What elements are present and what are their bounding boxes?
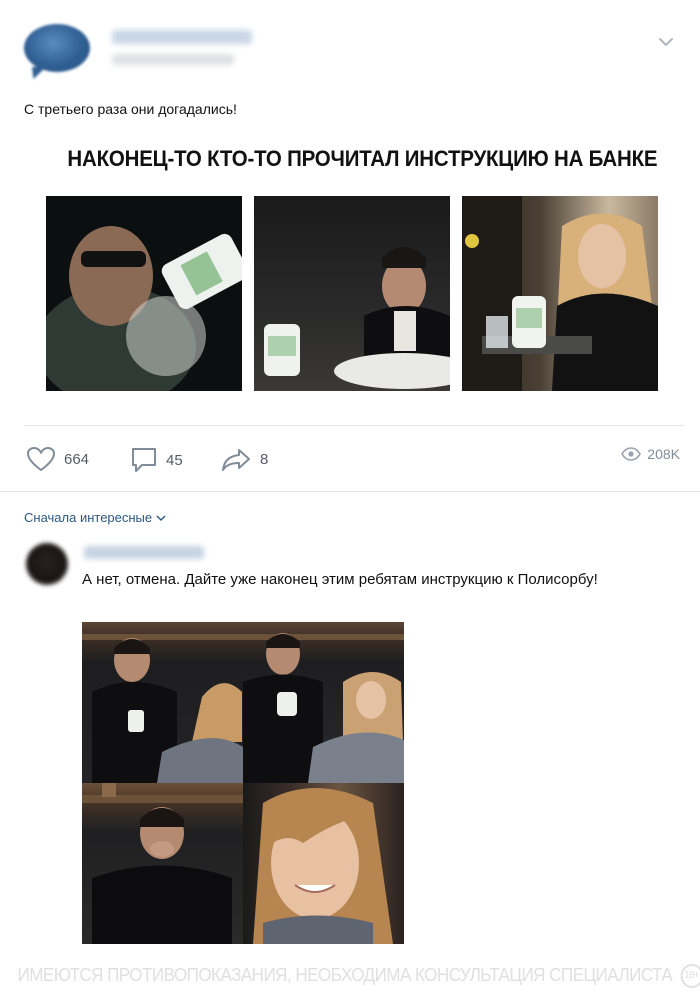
sort-label: Сначала интересные xyxy=(24,510,153,525)
comment-image-2 xyxy=(243,622,404,783)
like-count: 664 xyxy=(64,450,90,468)
post-date-blurred xyxy=(112,54,234,65)
comment-image-3 xyxy=(82,783,243,944)
views-count: 208K xyxy=(647,446,680,462)
section-divider xyxy=(0,491,700,492)
like-button[interactable]: 664 xyxy=(26,446,89,472)
age-rating-badge: 18+ xyxy=(680,964,700,988)
comment-image-4 xyxy=(243,783,404,944)
comment-button[interactable]: 45 xyxy=(130,446,183,474)
comment-image-1 xyxy=(82,622,243,783)
chevron-down-icon[interactable] xyxy=(656,32,676,52)
meme-caption: НАКОНЕЦ-ТО КТО-ТО ПРОЧИТАЛ ИНСТРУКЦИЮ НА… xyxy=(67,146,658,171)
meme-panel-2 xyxy=(254,196,450,391)
eye-icon xyxy=(621,447,642,461)
comment-text: А нет, отмена. Дайте уже наконец этим ре… xyxy=(82,571,598,588)
share-count: 8 xyxy=(260,450,269,468)
medical-disclaimer: ИМЕЮТСЯ ПРОТИВОПОКАЗАНИЯ, НЕОБХОДИМА КОН… xyxy=(17,964,700,1000)
views-counter: 208K xyxy=(621,446,680,462)
meme-panel-1 xyxy=(46,196,242,391)
commenter-name-blurred[interactable] xyxy=(84,546,204,559)
group-avatar[interactable] xyxy=(24,24,90,72)
meme-image[interactable]: НАКОНЕЦ-ТО КТО-ТО ПРОЧИТАЛ ИНСТРУКЦИЮ НА… xyxy=(46,146,658,394)
heart-icon xyxy=(26,446,56,472)
post-text: С третьего раза они догадались! xyxy=(24,101,237,117)
group-name-blurred[interactable] xyxy=(112,30,252,44)
disclaimer-text: ИМЕЮТСЯ ПРОТИВОПОКАЗАНИЯ, НЕОБХОДИМА КОН… xyxy=(17,964,673,985)
share-button[interactable]: 8 xyxy=(220,446,268,472)
share-arrow-icon xyxy=(222,449,250,471)
comment-count: 45 xyxy=(166,451,183,469)
commenter-avatar[interactable] xyxy=(26,543,68,585)
post-header xyxy=(24,20,684,80)
chevron-down-icon xyxy=(156,515,166,521)
comment-image-grid[interactable] xyxy=(82,622,404,944)
meme-panel-3 xyxy=(462,196,658,391)
comments-sort-dropdown[interactable]: Сначала интересные xyxy=(24,510,166,525)
comment-icon xyxy=(132,448,156,472)
post-actions-bar: 664 45 8 208K xyxy=(24,425,684,491)
